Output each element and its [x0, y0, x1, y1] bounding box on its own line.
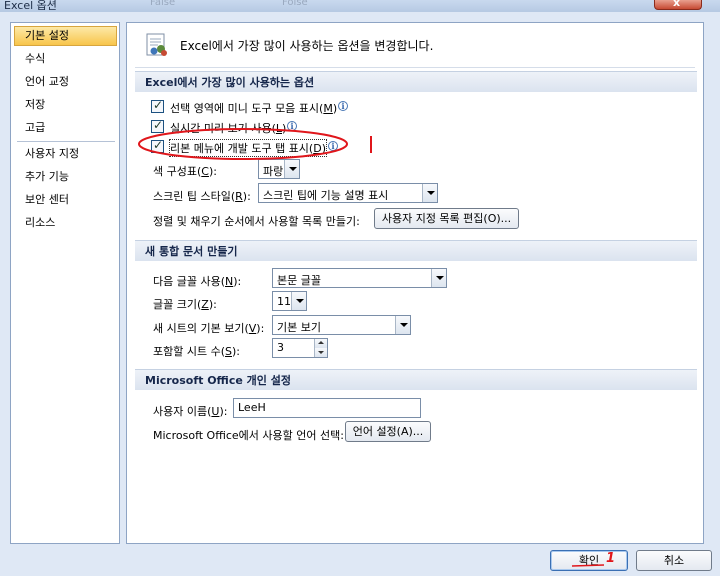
annotation-circle	[138, 128, 348, 160]
red-annotation-overlay	[138, 128, 605, 567]
annotation-underline	[571, 564, 605, 567]
annotation-number: 1	[606, 551, 616, 566]
